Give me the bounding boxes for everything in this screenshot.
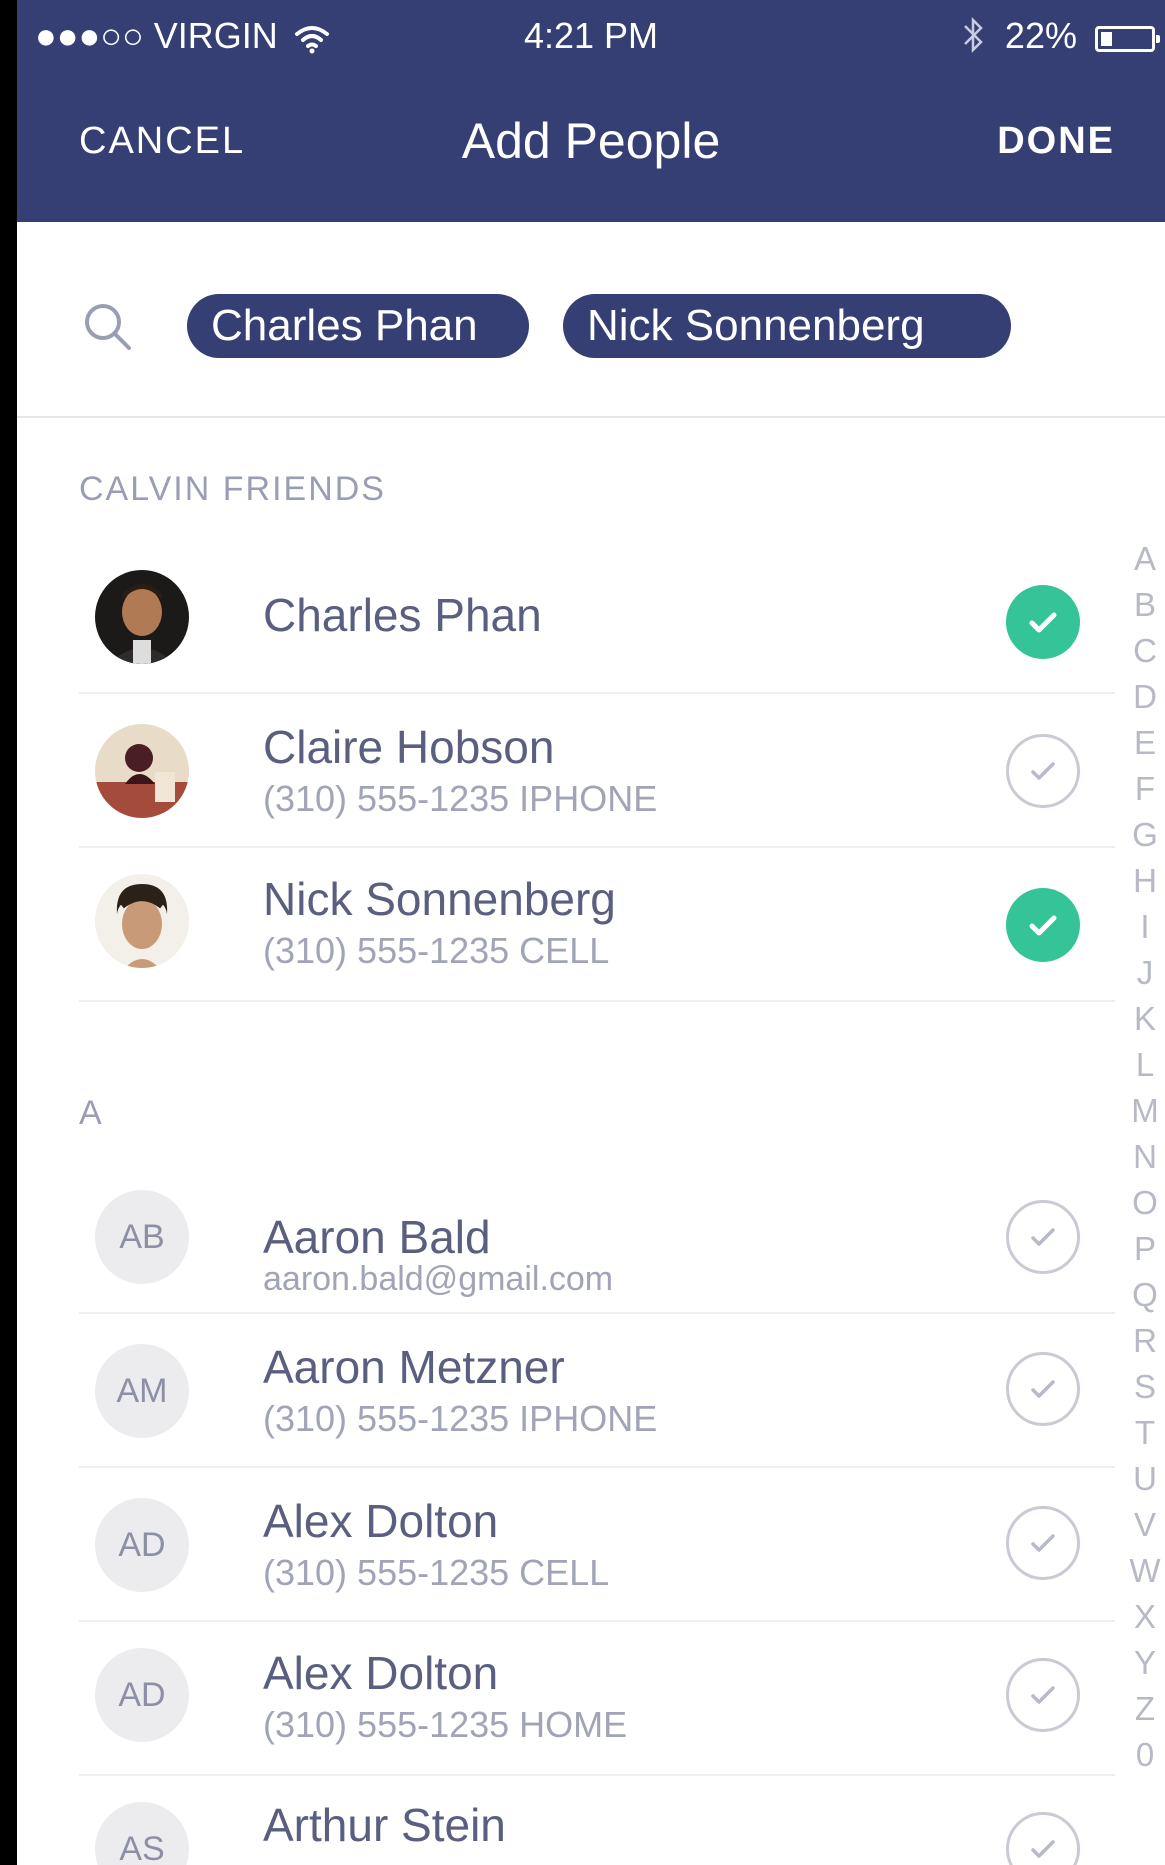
- checkmark-icon[interactable]: [1006, 1658, 1080, 1732]
- index-letter[interactable]: N: [1125, 1134, 1165, 1180]
- selected-chip[interactable]: Nick Sonnenberg: [563, 294, 1011, 358]
- contact-row[interactable]: Claire Hobson (310) 555-1235 IPHONE: [17, 694, 1165, 848]
- done-button[interactable]: DONE: [997, 118, 1115, 164]
- divider: [79, 1000, 1115, 1002]
- checkmark-icon[interactable]: [1006, 1812, 1080, 1865]
- index-letter[interactable]: P: [1125, 1226, 1165, 1272]
- section-header: A: [79, 1094, 104, 1132]
- contact-name: Arthur Stein: [263, 1799, 506, 1851]
- checkmark-icon[interactable]: [1006, 734, 1080, 808]
- index-letter[interactable]: Y: [1125, 1640, 1165, 1686]
- contact-name: Aaron Metzner: [263, 1341, 565, 1393]
- selected-chip[interactable]: Charles Phan: [187, 294, 529, 358]
- battery-percent: 22%: [1004, 15, 1077, 56]
- avatar: [95, 570, 189, 664]
- checkmark-icon[interactable]: [1006, 585, 1080, 659]
- index-letter[interactable]: C: [1125, 628, 1165, 674]
- alphabet-index[interactable]: ABCDEFGHIJKLMNOPQRSTUVWXYZ0: [1125, 536, 1165, 1778]
- index-letter[interactable]: M: [1125, 1088, 1165, 1134]
- nav-header: ●●●○○ VIRGIN 4:21 PM 22% CANCEL Add Peop: [17, 0, 1165, 222]
- avatar: [95, 724, 189, 818]
- index-letter[interactable]: O: [1125, 1180, 1165, 1226]
- contact-name: Alex Dolton: [263, 1495, 499, 1547]
- contact-detail: (310) 555-1235 IPHONE: [263, 778, 658, 819]
- contact-name: Alex Dolton: [263, 1647, 499, 1699]
- avatar: [95, 874, 189, 968]
- search-icon[interactable]: [81, 300, 137, 356]
- contact-row[interactable]: AD Alex Dolton (310) 555-1235 HOME: [17, 1622, 1165, 1776]
- status-right: 22%: [961, 15, 1160, 62]
- contact-detail: (310) 555-1235 IPHONE: [263, 1398, 658, 1439]
- index-letter[interactable]: T: [1125, 1410, 1165, 1456]
- index-letter[interactable]: E: [1125, 720, 1165, 766]
- contact-row[interactable]: Nick Sonnenberg (310) 555-1235 CELL: [17, 848, 1165, 1002]
- avatar: AD: [95, 1648, 189, 1742]
- contact-detail: (310) 555-1235 CELL: [263, 1552, 610, 1593]
- index-letter[interactable]: 0: [1125, 1732, 1165, 1778]
- index-letter[interactable]: K: [1125, 996, 1165, 1042]
- contact-detail: (310) 555-1235 HOME: [263, 1704, 628, 1745]
- search-bar[interactable]: Charles Phan Nick Sonnenberg: [17, 222, 1165, 418]
- index-letter[interactable]: G: [1125, 812, 1165, 858]
- checkmark-icon[interactable]: [1006, 1506, 1080, 1580]
- avatar: AB: [95, 1190, 189, 1284]
- index-letter[interactable]: S: [1125, 1364, 1165, 1410]
- contact-row[interactable]: AM Aaron Metzner (310) 555-1235 IPHONE: [17, 1314, 1165, 1468]
- contact-row[interactable]: AS Arthur Stein: [17, 1776, 1165, 1865]
- contact-name: Nick Sonnenberg: [263, 873, 616, 925]
- index-letter[interactable]: J: [1125, 950, 1165, 996]
- index-letter[interactable]: D: [1125, 674, 1165, 720]
- index-letter[interactable]: V: [1125, 1502, 1165, 1548]
- avatar: AM: [95, 1344, 189, 1438]
- avatar: AS: [95, 1802, 189, 1865]
- section-header: CALVIN FRIENDS: [79, 470, 386, 508]
- index-letter[interactable]: L: [1125, 1042, 1165, 1088]
- contact-name: Charles Phan: [263, 589, 542, 641]
- contact-detail: (310) 555-1235 CELL: [263, 930, 610, 971]
- index-letter[interactable]: F: [1125, 766, 1165, 812]
- checkmark-icon[interactable]: [1006, 1352, 1080, 1426]
- index-letter[interactable]: H: [1125, 858, 1165, 904]
- index-letter[interactable]: U: [1125, 1456, 1165, 1502]
- contact-row[interactable]: Charles Phan: [17, 540, 1165, 694]
- index-letter[interactable]: X: [1125, 1594, 1165, 1640]
- screen: ●●●○○ VIRGIN 4:21 PM 22% CANCEL Add Peop: [17, 0, 1165, 1865]
- checkmark-icon[interactable]: [1006, 1200, 1080, 1274]
- contact-row[interactable]: AD Alex Dolton (310) 555-1235 CELL: [17, 1468, 1165, 1622]
- battery-icon: [1095, 26, 1160, 52]
- checkmark-icon[interactable]: [1006, 888, 1080, 962]
- avatar: AD: [95, 1498, 189, 1592]
- contact-name: Aaron Bald: [263, 1211, 491, 1263]
- index-letter[interactable]: Q: [1125, 1272, 1165, 1318]
- index-letter[interactable]: W: [1125, 1548, 1165, 1594]
- bluetooth-icon: [961, 16, 985, 62]
- index-letter[interactable]: A: [1125, 536, 1165, 582]
- index-letter[interactable]: R: [1125, 1318, 1165, 1364]
- contact-row[interactable]: AB Aaron Bald aaron.bald@gmail.com: [17, 1160, 1165, 1314]
- index-letter[interactable]: Z: [1125, 1686, 1165, 1732]
- page-title: Add People: [461, 113, 721, 169]
- index-letter[interactable]: I: [1125, 904, 1165, 950]
- index-letter[interactable]: B: [1125, 582, 1165, 628]
- contact-detail: aaron.bald@gmail.com: [263, 1260, 614, 1298]
- contact-name: Claire Hobson: [263, 721, 555, 773]
